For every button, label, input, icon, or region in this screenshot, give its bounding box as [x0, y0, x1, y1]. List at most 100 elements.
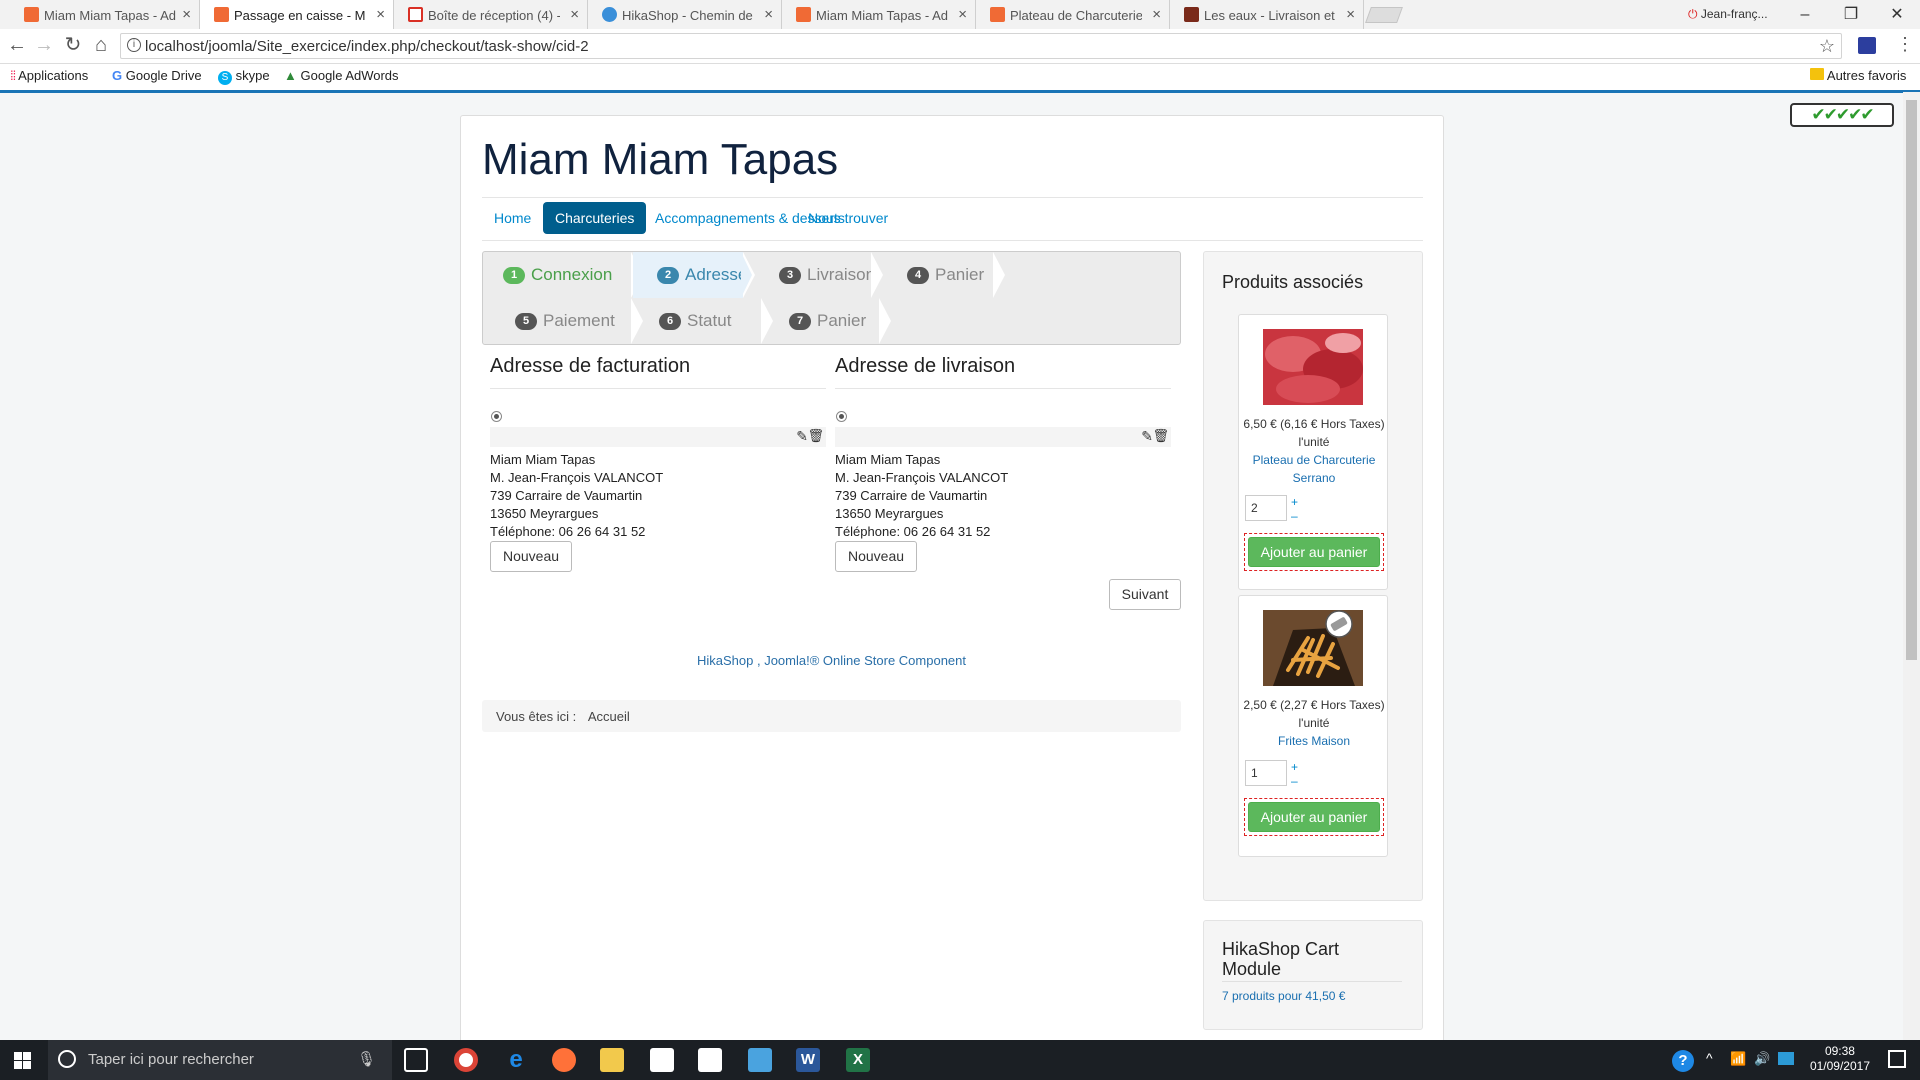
- address-line: Miam Miam Tapas: [835, 452, 941, 467]
- file-explorer-icon[interactable]: [600, 1048, 624, 1072]
- forward-icon[interactable]: →: [33, 34, 55, 56]
- taskbar-search[interactable]: Taper ici pour rechercher 🎙: [48, 1040, 392, 1080]
- browser-tab[interactable]: Boîte de réception (4) - je ×: [394, 0, 588, 29]
- nav-nous-trouver[interactable]: Nous trouver: [796, 202, 900, 234]
- edge-icon[interactable]: e: [504, 1048, 528, 1072]
- trash-icon[interactable]: 🗑: [807, 428, 824, 444]
- menu-icon[interactable]: ⋮: [1896, 34, 1914, 55]
- product-card: 2,50 € (2,27 € Hors Taxes) l'unité Frite…: [1238, 595, 1388, 857]
- quantity-minus[interactable]: –: [1291, 509, 1298, 523]
- bookmark-apps[interactable]: ⁞⁞ Applications: [10, 68, 88, 83]
- close-icon[interactable]: ×: [1346, 6, 1355, 23]
- divider: [1222, 981, 1402, 982]
- quantity-plus[interactable]: +: [1291, 760, 1298, 774]
- mail-icon[interactable]: [698, 1048, 722, 1072]
- browser-tab[interactable]: Les eaux - Livraison et w ×: [1170, 0, 1364, 29]
- volume-icon[interactable]: 🔊: [1754, 1051, 1770, 1067]
- close-icon[interactable]: ×: [1152, 6, 1161, 23]
- extension-icon[interactable]: [1858, 37, 1876, 54]
- scrollbar-thumb[interactable]: [1906, 100, 1917, 660]
- address-line: Miam Miam Tapas: [490, 452, 596, 467]
- app-icon[interactable]: [748, 1048, 772, 1072]
- bookmark-google-drive[interactable]: G Google Drive: [112, 68, 202, 83]
- profile-name: Jean-franç...: [1700, 7, 1768, 21]
- quantity-input[interactable]: 1: [1245, 760, 1287, 786]
- tray-chevron-icon[interactable]: ^: [1706, 1050, 1713, 1066]
- new-billing-address-button[interactable]: Nouveau: [490, 541, 572, 572]
- bookmark-google-adwords[interactable]: ▲ Google AdWords: [284, 68, 399, 83]
- profile-button[interactable]: ⏻ Jean-franç...: [1688, 7, 1768, 22]
- drive-sync-icon[interactable]: [1778, 1052, 1794, 1065]
- windows-start-icon[interactable]: [14, 1052, 31, 1069]
- browser-toolbar: ← → ↻ ⌂ i localhost/joomla/Site_exercice…: [0, 29, 1920, 64]
- browser-tab[interactable]: HikaShop - Chemin de c ×: [588, 0, 782, 29]
- excel-icon[interactable]: X: [846, 1048, 870, 1072]
- nav-home[interactable]: Home: [482, 202, 543, 234]
- shipping-address-radio[interactable]: [836, 411, 847, 422]
- trash-icon[interactable]: 🗑: [1152, 428, 1169, 444]
- chrome-icon[interactable]: [454, 1048, 478, 1072]
- footer-link[interactable]: HikaShop , Joomla!® Online Store Compone…: [482, 653, 1181, 668]
- billing-address-section: Adresse de facturation ✎ 🗑 Miam Miam Tap…: [490, 355, 826, 572]
- task-view-icon[interactable]: [404, 1048, 428, 1072]
- product-name[interactable]: Frites Maison: [1243, 732, 1385, 750]
- help-icon[interactable]: ?: [1672, 1050, 1694, 1072]
- tab-title: Passage en caisse - Miam: [234, 8, 366, 23]
- new-shipping-address-button[interactable]: Nouveau: [835, 541, 917, 572]
- info-icon: i: [127, 38, 141, 52]
- firefox-icon[interactable]: [552, 1048, 576, 1072]
- step-separator: [631, 298, 643, 344]
- shipping-address-lines: Miam Miam Tapas M. Jean-François VALANCO…: [835, 451, 1008, 541]
- billing-address-radio[interactable]: [491, 411, 502, 422]
- close-icon[interactable]: ×: [570, 6, 579, 23]
- tab-title: Les eaux - Livraison et w: [1204, 8, 1336, 23]
- skype-icon: S: [218, 71, 232, 85]
- restore-icon[interactable]: ❐: [1828, 0, 1874, 29]
- word-icon[interactable]: W: [796, 1048, 820, 1072]
- apps-grid-icon: ⁞⁞: [10, 68, 16, 83]
- product-image[interactable]: [1263, 329, 1363, 405]
- step-paiement: 5 Paiement: [483, 298, 631, 344]
- close-icon[interactable]: ×: [764, 6, 773, 23]
- browser-tab[interactable]: Miam Miam Tapas - Adm ×: [0, 0, 200, 29]
- close-icon[interactable]: ×: [182, 6, 191, 23]
- address-line: 13650 Meyrargues: [835, 506, 944, 521]
- quantity-plus[interactable]: +: [1291, 495, 1298, 509]
- adwords-icon: ▲: [284, 68, 297, 83]
- notifications-icon[interactable]: [1888, 1050, 1906, 1068]
- cart-summary[interactable]: 7 produits pour 41,50 €: [1222, 989, 1345, 1003]
- close-icon[interactable]: ×: [958, 6, 967, 23]
- add-to-cart-button[interactable]: Ajouter au panier: [1248, 537, 1380, 567]
- bookmark-star-icon[interactable]: ☆: [1819, 36, 1835, 57]
- taskbar-clock[interactable]: 09:38 01/09/2017: [1810, 1044, 1870, 1074]
- next-button[interactable]: Suivant: [1109, 579, 1181, 610]
- address-line: 739 Carraire de Vaumartin: [835, 488, 988, 503]
- product-name[interactable]: Plateau de Charcuterie Serrano: [1243, 451, 1385, 487]
- store-icon[interactable]: [650, 1048, 674, 1072]
- home-icon[interactable]: ⌂: [90, 34, 112, 56]
- back-icon[interactable]: ←: [6, 34, 28, 56]
- new-tab-button[interactable]: [1365, 7, 1403, 23]
- product-image[interactable]: [1263, 610, 1363, 686]
- close-window-icon[interactable]: ✕: [1874, 0, 1920, 29]
- network-icon[interactable]: 📶: [1730, 1051, 1746, 1067]
- close-icon[interactable]: ×: [376, 6, 385, 23]
- browser-tab-strip: Miam Miam Tapas - Adm × Passage en caiss…: [0, 0, 1920, 29]
- edit-icon[interactable]: ✎: [796, 428, 808, 445]
- minimize-icon[interactable]: –: [1782, 0, 1828, 29]
- bookmark-skype[interactable]: S skype: [218, 68, 270, 85]
- bookmark-other[interactable]: Autres favoris: [1810, 68, 1906, 83]
- breadcrumb-home[interactable]: Accueil: [588, 709, 630, 724]
- browser-tab-active[interactable]: Passage en caisse - Miam ×: [200, 0, 394, 29]
- add-to-cart-button[interactable]: Ajouter au panier: [1248, 802, 1380, 832]
- microphone-icon[interactable]: 🎙: [357, 1050, 376, 1068]
- quantity-minus[interactable]: –: [1291, 774, 1298, 788]
- quantity-input[interactable]: 2: [1245, 495, 1287, 521]
- nav-charcuteries[interactable]: Charcuteries: [543, 202, 647, 234]
- address-bar[interactable]: i localhost/joomla/Site_exercice/index.p…: [120, 33, 1842, 59]
- reload-icon[interactable]: ↻: [62, 34, 84, 56]
- browser-tab[interactable]: Miam Miam Tapas - Adm ×: [782, 0, 976, 29]
- edit-icon[interactable]: ✎: [1141, 428, 1153, 445]
- browser-tab[interactable]: Plateau de Charcuterie S ×: [976, 0, 1170, 29]
- cart-module: HikaShop Cart Module 7 produits pour 41,…: [1203, 920, 1423, 1030]
